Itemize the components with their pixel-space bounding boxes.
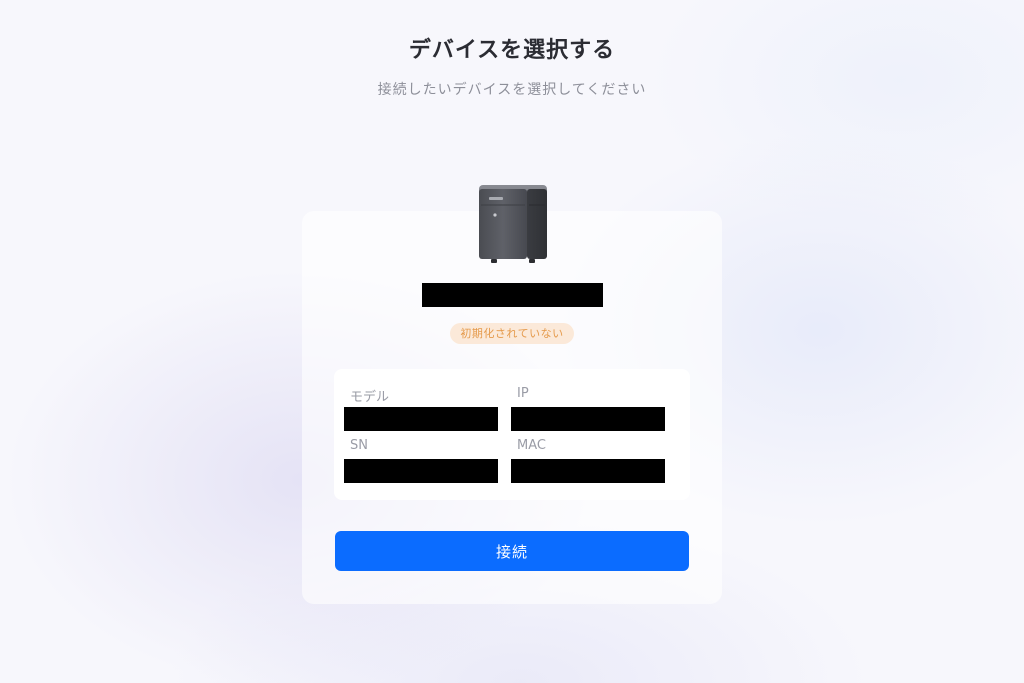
connect-button[interactable]: 接続 bbox=[335, 531, 689, 571]
page-subtitle: 接続したいデバイスを選択してください bbox=[377, 82, 647, 98]
status-badge: 初期化されていない bbox=[450, 323, 574, 344]
model-label: モデル bbox=[350, 390, 390, 405]
ip-label: IP bbox=[517, 386, 529, 401]
mac-label: MAC bbox=[517, 438, 546, 453]
sn-value-redacted bbox=[344, 459, 498, 483]
device-box-icon bbox=[479, 185, 547, 263]
device-info-panel: モデル IP SN MAC bbox=[334, 369, 690, 500]
mac-value-redacted bbox=[511, 459, 665, 483]
model-value-redacted bbox=[344, 407, 498, 431]
ip-value-redacted bbox=[511, 407, 665, 431]
device-name-redacted bbox=[422, 283, 603, 307]
sn-label: SN bbox=[350, 438, 368, 453]
page-title: デバイスを選択する bbox=[408, 38, 616, 63]
